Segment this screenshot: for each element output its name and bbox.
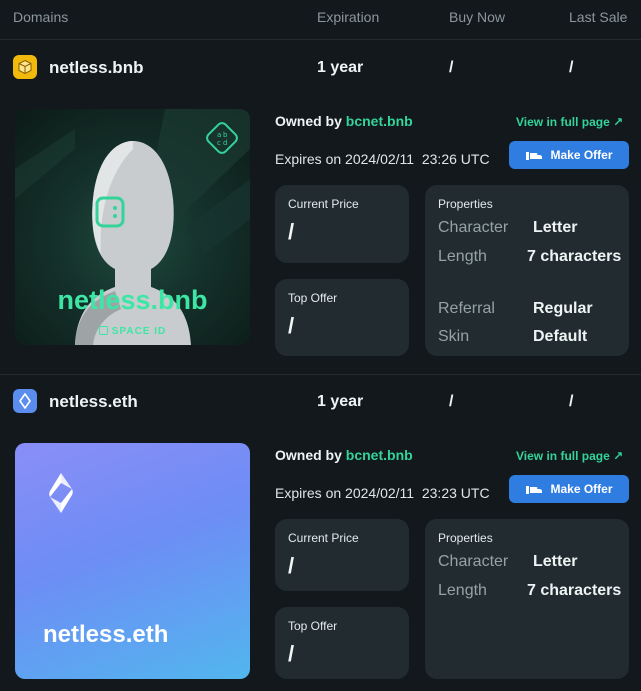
- domain-nft-image[interactable]: a b c d netless.bnb SPACE ID: [15, 109, 250, 345]
- svg-text:d: d: [223, 139, 227, 147]
- property-value: Letter: [533, 553, 578, 570]
- arrow-up-right-icon: ↗: [613, 115, 624, 129]
- expires-info: Expires on 2024/02/11 23:26 UTC: [275, 151, 490, 167]
- space-id-label: SPACE ID: [111, 326, 167, 337]
- view-full-page-link[interactable]: View in full page ↗: [516, 115, 623, 129]
- col-expiration[interactable]: Expiration: [317, 9, 379, 25]
- expires-value: 2024/02/11 23:26 UTC: [345, 151, 490, 167]
- property-value: 7 characters: [527, 248, 622, 265]
- make-offer-button[interactable]: Make Offer: [509, 141, 629, 169]
- expires-info: Expires on 2024/02/11 23:23 UTC: [275, 485, 490, 501]
- owned-by: Owned by bcnet.bnb: [275, 447, 413, 463]
- make-offer-button[interactable]: Make Offer: [509, 475, 629, 503]
- col-buy-now[interactable]: Buy Now: [449, 9, 505, 25]
- owner-link[interactable]: bcnet.bnb: [346, 113, 413, 129]
- top-offer-label: Top Offer: [288, 619, 338, 633]
- ens-logo-icon: [41, 471, 81, 515]
- property-value: Letter: [533, 219, 578, 236]
- last-sale-value: /: [569, 59, 574, 76]
- bnb-cube-icon: [13, 55, 37, 79]
- expires-label: Expires on: [275, 151, 342, 167]
- properties-card: Properties Character Letter Length 7 cha…: [425, 519, 629, 679]
- property-key: Referral: [438, 300, 495, 317]
- properties-title: Properties: [438, 531, 493, 545]
- space-id-logo-icon: [98, 326, 108, 335]
- current-price-card: Current Price /: [275, 185, 409, 263]
- svg-text:a: a: [217, 131, 221, 139]
- domain-name[interactable]: netless.eth: [49, 392, 138, 412]
- current-price-card: Current Price /: [275, 519, 409, 591]
- properties-title: Properties: [438, 197, 493, 211]
- top-offer-card: Top Offer /: [275, 607, 409, 679]
- buy-now-value: /: [449, 393, 454, 410]
- owner-link[interactable]: bcnet.bnb: [346, 447, 413, 463]
- make-offer-label: Make Offer: [550, 148, 613, 162]
- buy-now-value: /: [449, 59, 454, 76]
- col-domains[interactable]: Domains: [13, 9, 68, 25]
- view-full-page-link[interactable]: View in full page ↗: [516, 449, 623, 463]
- eth-diamond-icon: [13, 389, 37, 413]
- make-offer-label: Make Offer: [550, 482, 613, 496]
- top-offer-label: Top Offer: [288, 291, 338, 305]
- owned-by: Owned by bcnet.bnb: [275, 113, 413, 129]
- property-key: Character: [438, 553, 509, 570]
- current-price-label: Current Price: [288, 197, 359, 211]
- svg-text:c: c: [217, 139, 221, 147]
- property-key: Length: [438, 248, 487, 265]
- properties-card: Properties Character Letter Length 7 cha…: [425, 185, 629, 356]
- expiration-value: 1 year: [317, 59, 364, 76]
- expiration-value: 1 year: [317, 393, 364, 410]
- nft-domain-text: netless.eth: [43, 621, 169, 648]
- view-full-page-label: View in full page: [516, 115, 610, 129]
- current-price-value: /: [288, 219, 295, 244]
- arrow-up-right-icon: ↗: [613, 449, 624, 463]
- svg-text:b: b: [223, 131, 228, 139]
- domain-name[interactable]: netless.bnb: [49, 58, 143, 78]
- top-offer-value: /: [288, 313, 295, 338]
- nft-brand-text: SPACE ID: [15, 326, 250, 337]
- property-value: Regular: [533, 300, 593, 317]
- top-offer-value: /: [288, 641, 295, 666]
- view-full-page-label: View in full page: [516, 449, 610, 463]
- owned-by-label: Owned by: [275, 113, 342, 129]
- hand-offer-icon: [526, 486, 543, 494]
- owned-by-label: Owned by: [275, 447, 342, 463]
- property-value: Default: [533, 328, 588, 345]
- alphabet-badge-icon: a b c d: [205, 121, 239, 155]
- property-key: Character: [438, 219, 509, 236]
- last-sale-value: /: [569, 393, 574, 410]
- property-key: Length: [438, 582, 487, 599]
- domain-nft-image[interactable]: netless.eth: [15, 443, 250, 679]
- col-last-sale[interactable]: Last Sale: [569, 9, 627, 25]
- expires-value: 2024/02/11 23:23 UTC: [345, 485, 490, 501]
- property-value: 7 characters: [527, 582, 622, 599]
- table-header: Domains Expiration Buy Now Last Sale: [0, 0, 641, 40]
- current-price-label: Current Price: [288, 531, 359, 545]
- current-price-value: /: [288, 553, 295, 578]
- hand-offer-icon: [526, 152, 543, 160]
- property-key: Skin: [438, 328, 470, 345]
- nft-domain-text: netless.bnb: [57, 285, 208, 315]
- top-offer-card: Top Offer /: [275, 279, 409, 356]
- row-divider: [0, 374, 641, 375]
- expires-label: Expires on: [275, 485, 342, 501]
